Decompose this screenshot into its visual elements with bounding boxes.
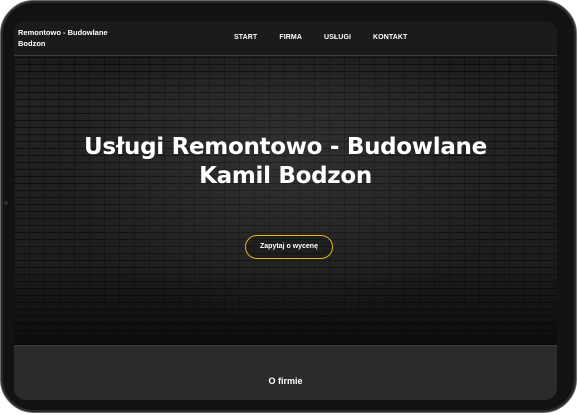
brand-line1: Remontowo - Budowlane [18, 28, 108, 37]
nav-link-kontakt[interactable]: KONTAKT [373, 34, 407, 41]
website-viewport: Usługi Remontowo - Budowlane Kamil Bodzo… [14, 21, 557, 400]
about-section-title: O firmie [268, 376, 303, 386]
quote-request-button[interactable]: Zapytaj o wycenę [245, 235, 333, 259]
brand-logo-text[interactable]: Remontowo - Budowlane Bodzon [18, 27, 128, 49]
hero-title: Usługi Remontowo - Budowlane Kamil Bodzo… [14, 133, 557, 191]
tablet-device: Usługi Remontowo - Budowlane Kamil Bodzo… [0, 0, 577, 415]
nav-link-uslugi[interactable]: USŁUGI [324, 34, 351, 41]
nav-link-start[interactable]: START [234, 34, 257, 41]
hero-title-line2: Kamil Bodzon [199, 163, 372, 189]
camera-dot [4, 201, 8, 205]
main-nav: START FIRMA USŁUGI KONTAKT [234, 34, 429, 41]
nav-link-firma[interactable]: FIRMA [279, 34, 302, 41]
brand-line2: Bodzon [18, 39, 46, 48]
hero-section: Usługi Remontowo - Budowlane Kamil Bodzo… [14, 21, 557, 345]
top-navbar: Remontowo - Budowlane Bodzon START FIRMA… [14, 21, 557, 56]
hero-title-line1: Usługi Remontowo - Budowlane [84, 134, 487, 160]
about-section: O firmie [14, 345, 557, 400]
